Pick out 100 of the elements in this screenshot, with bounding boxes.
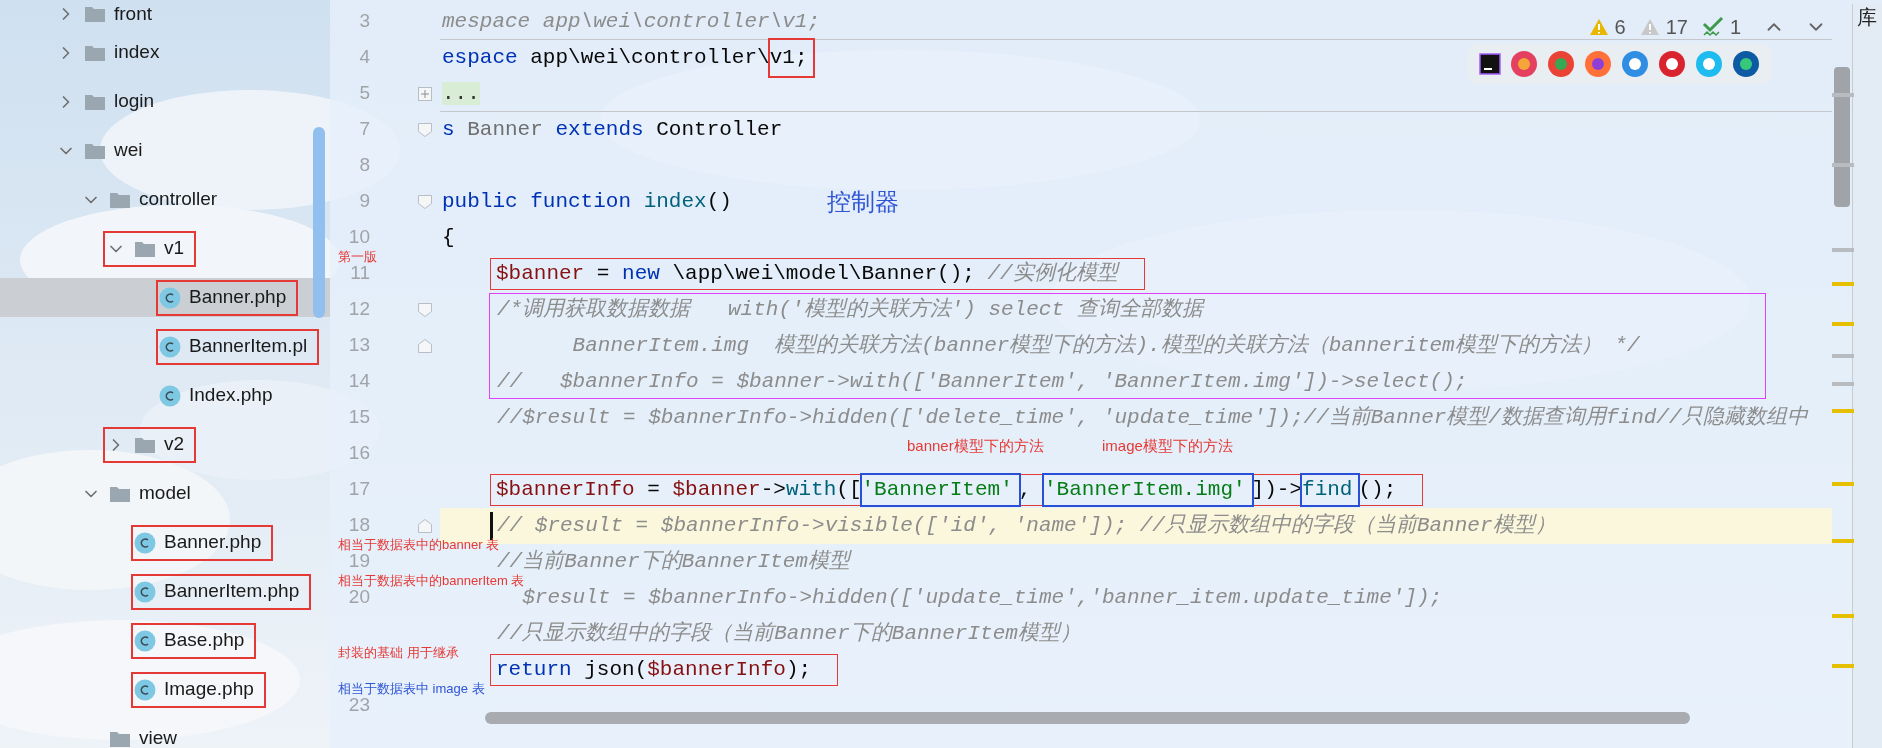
tree-item[interactable]: BannerItem.php — [0, 572, 330, 611]
unfold-icon[interactable] — [418, 519, 432, 533]
code-line: //$result = $bannerInfo->hidden(['delete_time', 'update_time']);//当前Banner模型/数据查询用find//只隐藏数组中 — [497, 407, 1808, 429]
class-file-icon — [159, 335, 181, 358]
error-stripe-mark[interactable] — [1832, 409, 1854, 413]
code-text: (); — [1358, 478, 1397, 501]
line-number: 12 — [348, 298, 370, 319]
fold-icon[interactable] — [418, 303, 432, 317]
code-text: $bannerInfo — [496, 478, 635, 501]
inspection-count[interactable]: 6 — [1614, 12, 1626, 42]
annotation-note: 相当于数据表中的banner 表 — [338, 537, 500, 551]
app-logo-icon[interactable] — [1479, 53, 1501, 75]
tree-item[interactable]: front — [0, 0, 330, 34]
annotation-note: 相当于数据表中的bannerItem 表 — [338, 573, 525, 587]
code-line: s Banner extends Controller — [442, 119, 783, 141]
line-number: 17 — [348, 478, 370, 499]
line-number: 23 — [348, 694, 370, 715]
tree-item[interactable]: view — [0, 719, 330, 748]
annotation-note: 控制器 — [826, 187, 899, 217]
line-number: 14 — [348, 370, 370, 391]
side-tab[interactable]: 库 — [1857, 6, 1877, 28]
line-number: 10 — [348, 226, 370, 247]
tree-item[interactable]: Base.php — [0, 621, 330, 660]
tree-item[interactable]: Image.php — [0, 670, 330, 709]
line-number: 7 — [359, 118, 370, 139]
boxed-code: 'BannerItem' — [861, 475, 1019, 505]
browser-icon[interactable] — [1621, 50, 1649, 78]
scrollbar-thumb[interactable] — [1834, 67, 1850, 207]
expand-fold-icon[interactable] — [418, 87, 432, 101]
code-line: $result = $bannerInfo->hidden(['update_time','banner_item.update_time']); — [522, 587, 1443, 609]
code-text: espace — [442, 47, 518, 69]
line-number: 18 — [348, 514, 370, 535]
line-number: 13 — [348, 334, 370, 355]
class-file-icon — [134, 580, 156, 603]
tree-item[interactable]: Index.php — [0, 376, 330, 415]
inspection-count[interactable]: 1 — [1729, 12, 1741, 42]
code-line: mespace app\wei\controller\v1; — [442, 10, 821, 33]
code-line: // $bannerInfo = $banner->with(['BannerItem', 'BannerItem.img'])->select(); — [497, 371, 1468, 393]
code-line: return json($bannerInfo); — [496, 658, 812, 681]
browser-icon[interactable] — [1658, 50, 1686, 78]
tree-item[interactable]: index — [0, 33, 330, 72]
text-cursor — [490, 512, 493, 540]
tree-item[interactable]: controller — [0, 180, 330, 219]
tree-item[interactable]: Banner.php — [0, 523, 330, 562]
error-stripe-mark[interactable] — [1832, 539, 1854, 543]
warning-icon[interactable] — [1639, 18, 1660, 36]
code-text: $banner — [672, 478, 761, 501]
code-line: $banner = new \app\wei\model\Banner(); //实例化模型 — [496, 262, 1118, 285]
boxed-code: 'BannerItem.img' — [1043, 475, 1252, 505]
boxed-code: v1; — [769, 40, 814, 76]
line-number: 8 — [359, 154, 370, 175]
tree-item[interactable]: v2 — [0, 425, 330, 464]
browser-icon[interactable] — [1584, 50, 1612, 78]
class-file-icon — [159, 286, 181, 309]
scrollbar-thumb[interactable] — [313, 127, 325, 318]
inspection-count[interactable]: 17 — [1665, 12, 1688, 42]
tree-item[interactable]: model — [0, 474, 330, 513]
unfold-icon[interactable] — [418, 339, 432, 353]
error-stripe-mark[interactable] — [1832, 614, 1854, 618]
class-file-icon — [134, 678, 156, 701]
code-text: -> — [760, 478, 786, 501]
browser-icon[interactable] — [1732, 50, 1760, 78]
fold-icon[interactable] — [418, 195, 432, 209]
annotation-note: banner模型下的方法 — [907, 436, 1045, 456]
tree-item[interactable]: BannerItem.pl — [0, 327, 330, 366]
code-text: ])-> — [1251, 478, 1303, 501]
error-stripe-mark[interactable] — [1832, 354, 1854, 358]
error-stripe-mark[interactable] — [1832, 482, 1854, 486]
error-stripe-mark[interactable] — [1832, 382, 1854, 386]
horizontal-scrollbar[interactable] — [485, 712, 1690, 724]
annotation-note: 第一版 — [338, 249, 377, 263]
code-text: = — [646, 478, 661, 501]
code-line: { — [442, 227, 455, 249]
code-text: ([ — [836, 478, 862, 501]
code-line: BannerItem.img 模型的关联方法(banner模型下的方法).模型的关联方法（banneritem模型下的方法） */ — [571, 335, 1640, 357]
fold-icon[interactable] — [418, 123, 432, 137]
line-number: 9 — [359, 190, 370, 211]
tree-item[interactable]: wei — [0, 131, 330, 170]
browser-icon[interactable] — [1510, 50, 1538, 78]
browser-icon[interactable] — [1547, 50, 1575, 78]
tree-item[interactable]: Banner.php — [0, 278, 330, 317]
tree-item[interactable]: v1 — [0, 229, 330, 268]
class-file-icon — [159, 384, 181, 407]
line-number: 20 — [348, 586, 370, 607]
tree-item[interactable]: login — [0, 82, 330, 121]
line-number: 19 — [348, 550, 370, 571]
code-line: /*调用获取数据数据 with('模型的关联方法') select 查询全部数据 — [497, 299, 1203, 321]
line-number: 5 — [359, 82, 370, 103]
error-stripe-mark[interactable] — [1832, 664, 1854, 668]
line-number: 16 — [348, 442, 370, 463]
error-stripe-mark[interactable] — [1832, 322, 1854, 326]
spellcheck-icon[interactable] — [1701, 17, 1724, 37]
annotation-note: 相当于数据表中 image 表 — [338, 681, 485, 695]
error-stripe-mark[interactable] — [1832, 282, 1854, 286]
error-stripe-mark[interactable] — [1832, 248, 1854, 252]
warning-icon[interactable] — [1588, 18, 1609, 36]
class-file-icon — [134, 629, 156, 652]
line-number: 3 — [359, 10, 370, 31]
code-line: public function index() — [442, 191, 732, 213]
code-line: // $result = $bannerInfo->visible(['id', 'name']); //只显示数组中的字段（当前Banner模型） — [497, 515, 1556, 537]
